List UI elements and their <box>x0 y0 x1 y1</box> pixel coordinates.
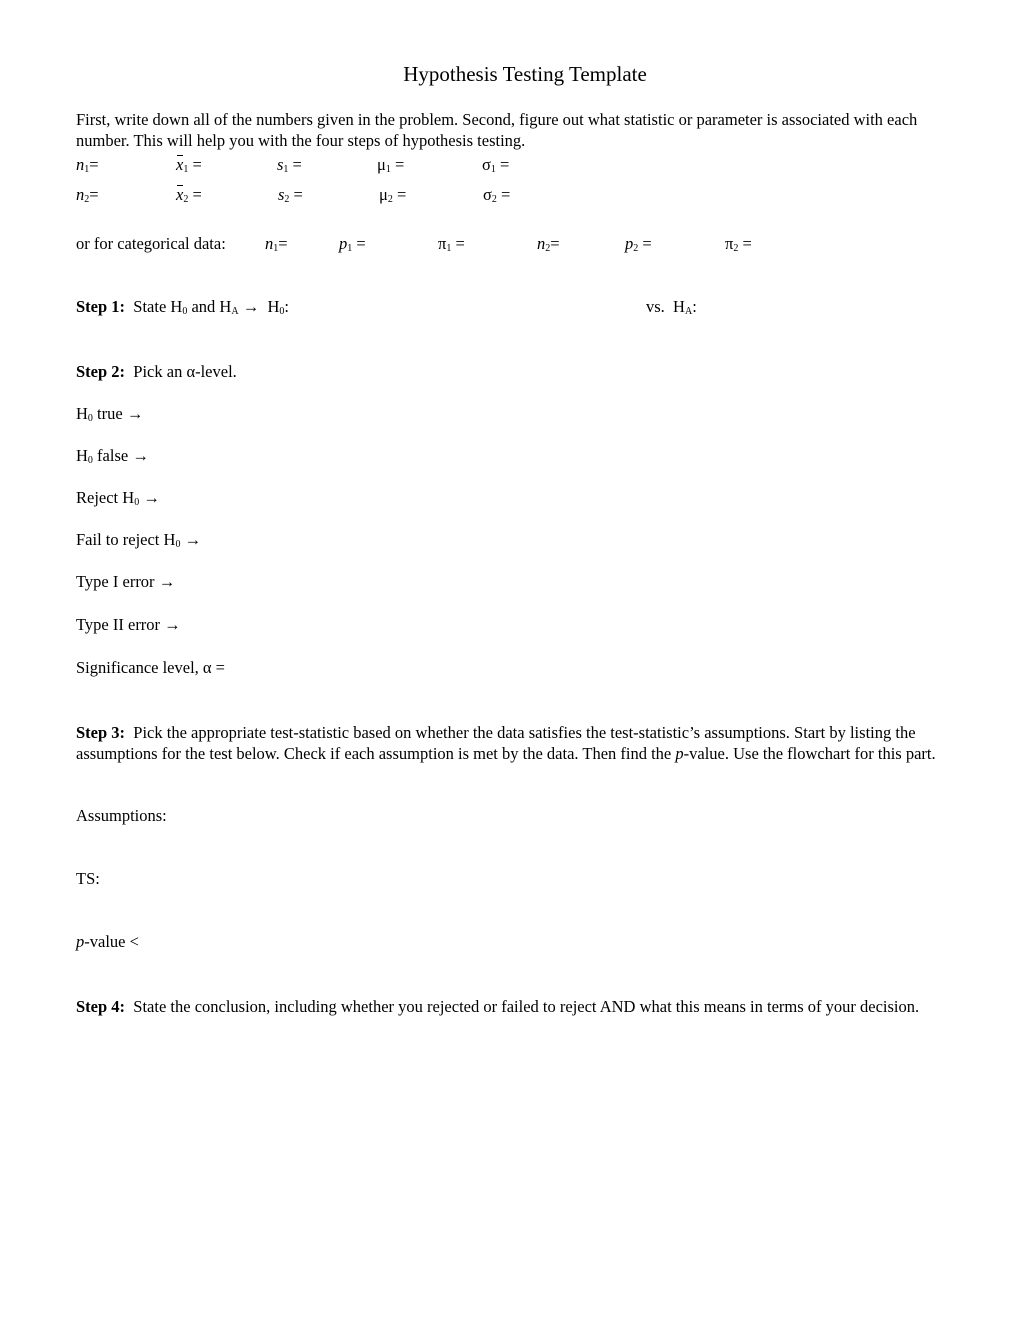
categorical-label: or for categorical data: <box>76 234 226 253</box>
xbar2-field: x2 = <box>176 185 202 205</box>
vs-ha-label: vs. HA: <box>646 297 697 317</box>
step2-item-type1-error: Type I error → <box>76 572 176 591</box>
step2-item-h0-false: H0 false → <box>76 446 149 466</box>
sigma2-field: σ2 = <box>483 185 511 205</box>
step4-paragraph: Step 4: State the conclusion, including … <box>76 997 920 1016</box>
step1-line: Step 1: State H0 and HA → H0: <box>76 297 289 317</box>
step3-label: Step 3: <box>76 723 126 742</box>
cat-n2-field: n2= <box>537 234 560 254</box>
page-title: Hypothesis Testing Template <box>403 62 647 86</box>
arrow-right-icon: → <box>158 572 176 591</box>
step2-line: Step 2: Pick an α-level. <box>76 362 237 381</box>
intro-paragraph: First, write down all of the numbers giv… <box>76 110 918 150</box>
arrow-right-icon: → <box>184 530 202 549</box>
cat-p1-field: p1 = <box>339 234 366 254</box>
s1-field: s1 = <box>277 155 302 175</box>
step2-item-h0-true: H0 true → <box>76 404 144 424</box>
step2-item-type2-error: Type II error → <box>76 615 181 634</box>
arrow-right-icon: → <box>242 297 260 316</box>
sigma1-field: σ1 = <box>482 155 510 175</box>
mu2-field: μ2 = <box>379 185 407 205</box>
step4-label: Step 4: <box>76 997 126 1016</box>
arrow-right-icon: → <box>126 404 144 423</box>
ts-label: TS: <box>76 869 100 888</box>
mu1-field: μ1 = <box>377 155 405 175</box>
h0-label: H0: <box>267 297 289 317</box>
step1-label: Step 1: <box>76 297 126 316</box>
cat-n1-field: n1= <box>265 234 288 254</box>
step2-item-reject-h0: Reject H0 → <box>76 488 160 508</box>
arrow-right-icon: → <box>143 488 160 507</box>
cat-p2-field: p2 = <box>625 234 652 254</box>
assumptions-label: Assumptions: <box>76 806 167 825</box>
step2-item-fail-to-reject: Fail to reject H0 → <box>76 530 202 550</box>
arrow-right-icon: → <box>164 615 181 634</box>
n1-field: n1= <box>76 155 99 175</box>
step3-paragraph: Step 3: Pick the appropriate test-statis… <box>76 723 936 763</box>
cat-pi2-field: π2 = <box>725 234 752 254</box>
significance-level: Significance level, α = <box>76 658 225 677</box>
arrow-right-icon: → <box>132 446 149 465</box>
pvalue-label: p-value < <box>76 932 139 951</box>
n2-field: n2= <box>76 185 99 205</box>
xbar1-field: x1 = <box>176 155 202 175</box>
s2-field: s2 = <box>278 185 303 205</box>
step2-label: Step 2: <box>76 362 126 381</box>
cat-pi1-field: π1 = <box>438 234 465 254</box>
